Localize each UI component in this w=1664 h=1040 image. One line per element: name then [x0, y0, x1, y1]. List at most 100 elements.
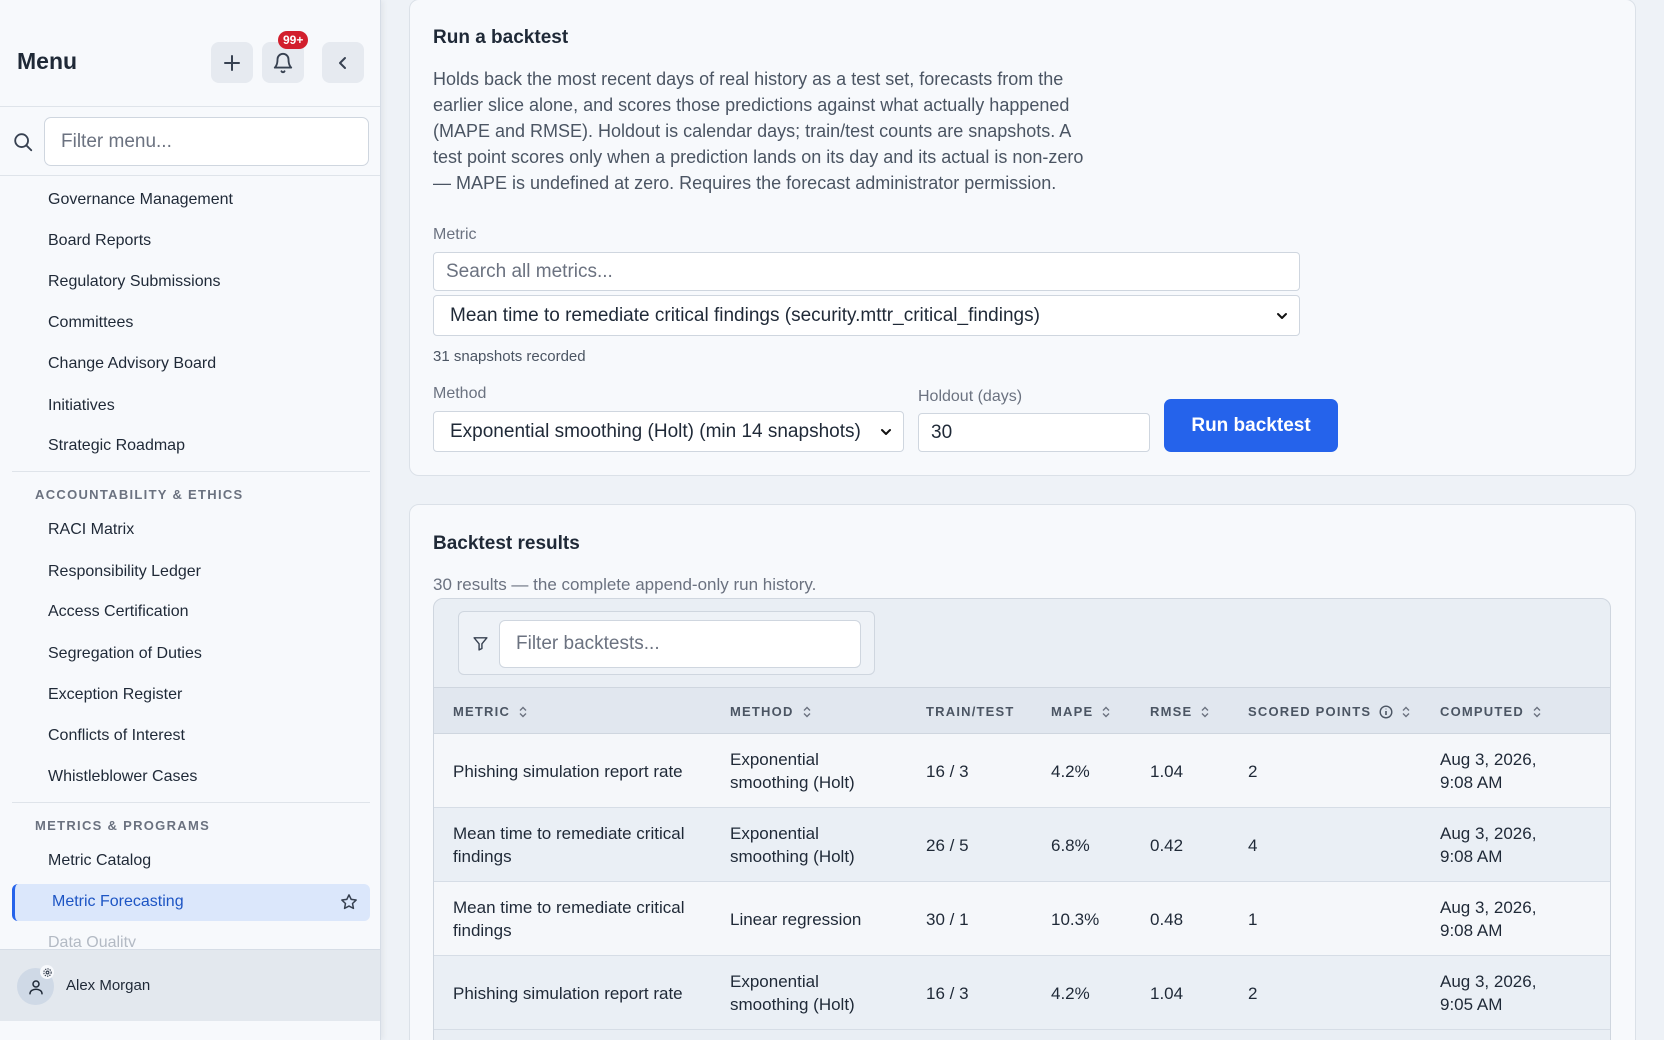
cell-line: smoothing (Holt) — [730, 773, 855, 792]
sidebar-item-regulatory-submissions[interactable]: Regulatory Submissions — [48, 273, 221, 291]
sort-icon — [1102, 706, 1110, 717]
settings-gear-icon — [40, 965, 54, 979]
filter-backtests-input[interactable] — [499, 620, 861, 668]
backtest-results-title: Backtest results — [433, 533, 580, 554]
method-label: Method — [433, 385, 487, 402]
cell-line: Exponential — [730, 972, 819, 991]
cell-line: Aug 3, 2026, — [1440, 750, 1537, 769]
cell-rmse: 1.04 — [1150, 762, 1184, 781]
sidebar-item-responsibility-ledger[interactable]: Responsibility Ledger — [48, 563, 201, 581]
sidebar-item-governance-management[interactable]: Governance Management — [48, 191, 233, 209]
column-header-rmse[interactable]: RMSE — [1150, 704, 1210, 719]
column-header-metric[interactable]: METRIC — [453, 704, 528, 719]
chevron-down-icon — [1277, 312, 1287, 319]
column-label: TRAIN/TEST — [926, 704, 1015, 719]
bell-icon — [273, 52, 293, 73]
sidebar-item-data-quality[interactable]: Data Quality — [48, 934, 136, 947]
cell-metric: Mean time to remediate critical findings — [453, 822, 684, 868]
sidebar-item-segregation-of-duties[interactable]: Segregation of Duties — [48, 645, 202, 663]
cell-scored-points: 2 — [1248, 984, 1258, 1003]
column-label: RMSE — [1150, 704, 1193, 719]
run-backtest-title: Run a backtest — [433, 27, 569, 48]
table-header: METRIC METHOD TRAIN/TEST MAPE RMSE SCORE… — [434, 687, 1610, 734]
info-icon[interactable] — [1379, 704, 1393, 719]
cell-mape: 4.2% — [1051, 984, 1090, 1003]
cell-rmse: 0.48 — [1150, 910, 1184, 929]
cell-scored-points: 4 — [1248, 836, 1258, 855]
column-label: COMPUTED — [1440, 704, 1524, 719]
nav-divider — [12, 471, 370, 472]
sidebar-item-change-advisory-board[interactable]: Change Advisory Board — [48, 355, 216, 373]
cell-method: Exponential smoothing (Holt) — [730, 748, 855, 794]
sidebar-search — [0, 107, 380, 176]
add-button[interactable] — [211, 42, 253, 83]
cell-metric: Mean time to remediate critical findings — [453, 896, 684, 942]
chevron-left-icon — [339, 56, 346, 69]
run-backtest-button[interactable]: Run backtest — [1164, 399, 1338, 452]
star-icon[interactable] — [340, 893, 358, 911]
cell-computed: Aug 3, 2026, 9:08 AM — [1440, 822, 1536, 868]
cell-metric: Phishing simulation report rate — [453, 762, 683, 781]
table-row[interactable]: Mean time to remediate critical findings … — [434, 808, 1610, 882]
sidebar-item-committees[interactable]: Committees — [48, 314, 133, 332]
metric-search-input[interactable]: Search all metrics... — [433, 252, 1300, 291]
sidebar-item-conflicts-of-interest[interactable]: Conflicts of Interest — [48, 727, 185, 745]
method-select-value: Exponential smoothing (Holt) (min 14 sna… — [450, 420, 861, 442]
column-header-computed[interactable]: COMPUTED — [1440, 704, 1542, 719]
column-label: SCORED POINTS — [1248, 704, 1372, 719]
metric-label: Metric — [433, 226, 477, 243]
cell-method: Exponential smoothing (Holt) — [730, 970, 855, 1016]
sidebar-item-board-reports[interactable]: Board Reports — [48, 232, 151, 250]
cell-line: Mean time to remediate critical — [453, 824, 685, 843]
notifications-button[interactable]: 99+ — [262, 31, 309, 83]
cell-method: Linear regression — [730, 910, 862, 929]
cell-line: 9:08 AM — [1440, 847, 1503, 866]
cell-computed: Aug 3, 2026, 9:08 AM — [1440, 896, 1536, 942]
cell-train-test: 16 / 3 — [926, 762, 969, 781]
section-accountability-ethics: ACCOUNTABILITY & ETHICS — [35, 487, 244, 502]
column-header-mape[interactable]: MAPE — [1051, 704, 1111, 719]
user-name: Alex Morgan — [66, 977, 151, 994]
cell-line: Exponential — [730, 750, 819, 769]
cell-line: findings — [453, 921, 512, 940]
column-label: MAPE — [1051, 704, 1094, 719]
method-select[interactable]: Exponential smoothing (Holt) (min 14 sna… — [433, 411, 904, 452]
table-row[interactable]: Mean time to remediate critical findings … — [434, 882, 1610, 956]
holdout-days-input[interactable]: 30 — [918, 413, 1150, 452]
sidebar-nav: Governance Management Board Reports Regu… — [0, 177, 380, 947]
column-header-scored-points[interactable]: SCORED POINTS — [1248, 704, 1411, 719]
sidebar-item-exception-register[interactable]: Exception Register — [48, 686, 182, 704]
results-subtitle: 30 results — the complete append-only ru… — [433, 575, 817, 594]
holdout-label: Holdout (days) — [918, 388, 1023, 405]
sidebar: Menu 99+ Governance Management Board Rep… — [0, 0, 381, 1040]
sort-icon — [803, 706, 811, 717]
cell-mape: 4.2% — [1051, 762, 1090, 781]
sidebar-item-initiatives[interactable]: Initiatives — [48, 397, 115, 415]
table-row[interactable]: Phishing simulation report rate Exponent… — [434, 956, 1610, 1030]
sidebar-title: Menu — [17, 48, 78, 74]
table-filter — [458, 611, 875, 675]
filter-menu-input[interactable] — [44, 117, 369, 166]
sidebar-item-whistleblower-cases[interactable]: Whistleblower Cases — [48, 768, 197, 786]
column-header-method[interactable]: METHOD — [730, 704, 812, 719]
sidebar-header: Menu 99+ — [0, 0, 380, 107]
sidebar-item-strategic-roadmap[interactable]: Strategic Roadmap — [48, 437, 185, 455]
table-row[interactable]: Phishing simulation report rate Exponent… — [434, 734, 1610, 808]
cell-line: Exponential — [730, 824, 819, 843]
user-footer[interactable]: Alex Morgan — [0, 949, 380, 1021]
cell-line: Aug 3, 2026, — [1440, 824, 1537, 843]
sidebar-item-access-certification[interactable]: Access Certification — [48, 603, 189, 621]
cell-line: 9:05 AM — [1440, 995, 1503, 1014]
column-header-train-test: TRAIN/TEST — [926, 704, 1015, 719]
sidebar-item-label: Metric Forecasting — [52, 893, 184, 910]
plus-icon — [224, 54, 240, 71]
sidebar-item-metric-forecasting[interactable]: Metric Forecasting — [12, 884, 370, 921]
cell-line: smoothing (Holt) — [730, 847, 855, 866]
sort-icon — [519, 706, 527, 717]
sidebar-item-metric-catalog[interactable]: Metric Catalog — [48, 852, 151, 870]
metric-select[interactable]: Mean time to remediate critical findings… — [433, 295, 1300, 336]
sidebar-item-raci-matrix[interactable]: RACI Matrix — [48, 521, 134, 539]
collapse-sidebar-button[interactable] — [322, 42, 364, 83]
cell-train-test: 16 / 3 — [926, 984, 969, 1003]
column-label: METHOD — [730, 704, 794, 719]
